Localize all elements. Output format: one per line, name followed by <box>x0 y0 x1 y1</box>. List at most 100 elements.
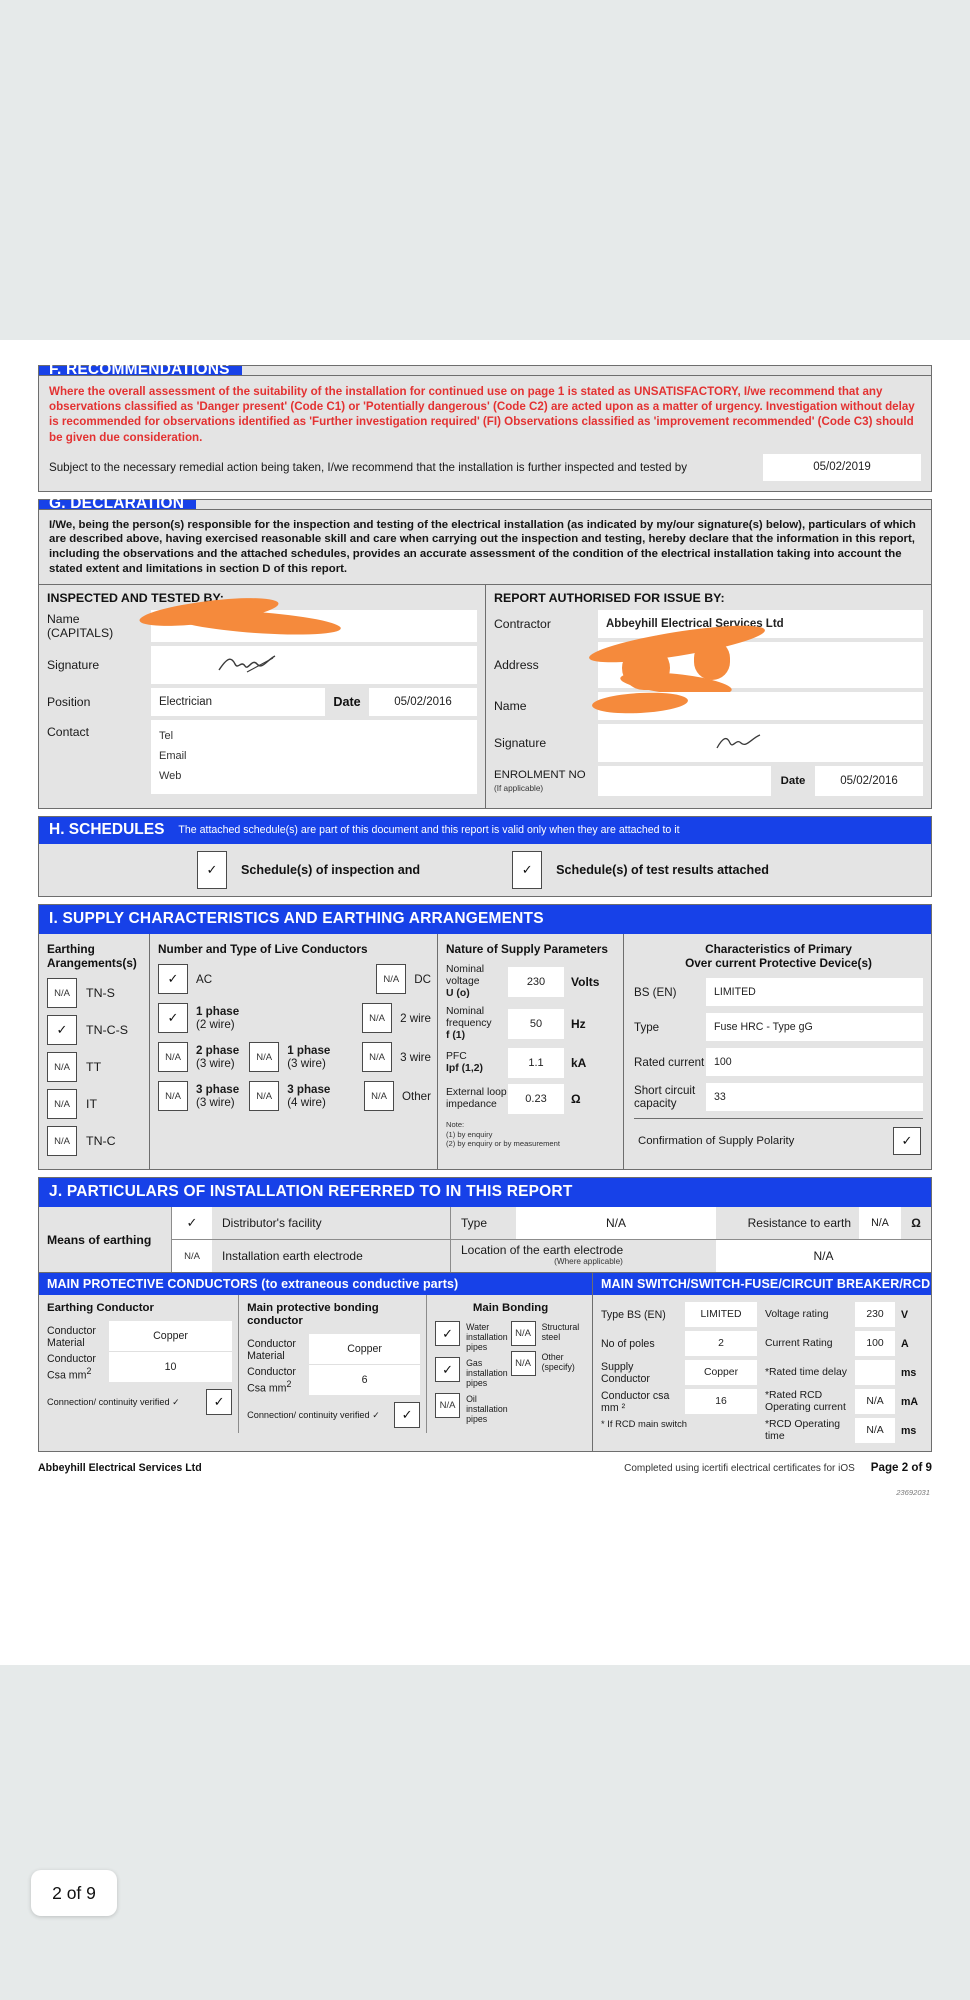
bonding-structural-steel-label: Structural steel <box>541 1322 580 1343</box>
means-of-earthing-block: Means of earthing ✓ Distributor's facili… <box>39 1207 931 1274</box>
param-nominal-voltage-label: Nominal voltage U (o) <box>446 964 508 1000</box>
conductor-3phase-4wire-bold: 3 phase <box>287 1083 331 1097</box>
bonding-other[interactable]: N/A Other (specify) <box>510 1351 586 1377</box>
earthing-conductor-verified-checkbox[interactable]: ✓ <box>206 1389 233 1416</box>
param-nominal-frequency-unit: Hz <box>571 1017 586 1032</box>
bonding-gas-pipes[interactable]: ✓ Gas installation pipes <box>435 1357 510 1388</box>
signatories-row: INSPECTED AND TESTED BY: Name (CAPITALS) <box>39 584 931 809</box>
main-bonding-left-column: ✓ Water installation pipes ✓ Gas install… <box>435 1321 510 1429</box>
main-switch-supply-conductor-value[interactable]: Copper <box>685 1360 757 1386</box>
contact-tel-field[interactable]: Tel <box>159 726 469 746</box>
earthing-option-tn-c[interactable]: N/A TN-C <box>47 1126 143 1157</box>
conductor-3wire-checkbox[interactable]: N/A <box>362 1042 393 1073</box>
contact-web-field[interactable]: Web <box>159 766 469 786</box>
device-bs-en-value[interactable]: LIMITED <box>706 978 923 1007</box>
protective-device-heading: Characteristics of Primary Over current … <box>634 942 923 970</box>
earthing-tn-s-checkbox[interactable]: N/A <box>47 978 77 1009</box>
main-switch-csa-value[interactable]: 16 <box>685 1389 757 1415</box>
inspector-position-field[interactable]: Electrician <box>151 688 325 717</box>
bonding-other-checkbox[interactable]: N/A <box>510 1351 536 1377</box>
device-rated-current-value[interactable]: 100 <box>706 1048 923 1077</box>
earthing-conductor-material-value[interactable]: Copper <box>109 1321 233 1353</box>
bonding-gas-checkbox[interactable]: ✓ <box>435 1357 461 1383</box>
redaction-mark-name-2 <box>170 606 342 640</box>
conductor-dc-checkbox[interactable]: N/A <box>376 964 407 995</box>
earthing-arrangements-column: Earthing Arangements(s) N/A TN-S ✓ TN-C-… <box>39 934 149 1169</box>
conductor-1phase-2wire-checkbox[interactable]: ✓ <box>158 1003 188 1034</box>
conductor-2wire-checkbox[interactable]: N/A <box>362 1003 393 1034</box>
enrolment-field[interactable] <box>598 766 771 797</box>
section-g-declaration: G. DECLARATION I/We, being the person(s)… <box>38 496 932 810</box>
section-i-body: Earthing Arangements(s) N/A TN-S ✓ TN-C-… <box>39 934 931 1170</box>
schedule-inspection-checkbox[interactable]: ✓ <box>197 851 227 890</box>
earthing-tn-c-checkbox[interactable]: N/A <box>47 1126 77 1157</box>
main-switch-csa-label: Conductor csa mm ² <box>601 1389 670 1414</box>
earthing-option-tn-s[interactable]: N/A TN-S <box>47 978 143 1009</box>
rcd-operating-time-row: *RCD Operating time N/A ms <box>765 1418 925 1444</box>
rcd-operating-time-unit: ms <box>900 1424 917 1437</box>
retest-date-field[interactable]: 05/02/2019 <box>763 453 921 481</box>
earthing-option-it[interactable]: N/A IT <box>47 1089 143 1120</box>
rated-time-delay-value[interactable] <box>854 1360 895 1386</box>
earthing-it-checkbox[interactable]: N/A <box>47 1089 77 1120</box>
conductor-3phase-3wire-checkbox[interactable]: N/A <box>158 1081 188 1112</box>
earthing-conductor-csa-value[interactable]: 10 <box>109 1352 233 1383</box>
bonding-oil-checkbox[interactable]: N/A <box>435 1393 461 1419</box>
inspector-date-field[interactable]: 05/02/2016 <box>369 688 477 717</box>
inspector-name-label-text: Name <box>47 612 80 627</box>
device-short-circuit-value[interactable]: 33 <box>706 1083 923 1112</box>
bonding-conductor-material-value[interactable]: Copper <box>309 1334 421 1366</box>
means-of-earthing-label: Means of earthing <box>39 1207 172 1273</box>
inspector-signature-field[interactable] <box>151 646 477 685</box>
earth-type-value[interactable]: N/A <box>516 1207 716 1240</box>
voltage-rating-value[interactable]: 230 <box>854 1302 895 1328</box>
conductor-ac-checkbox[interactable]: ✓ <box>158 964 188 995</box>
param-nominal-voltage-value[interactable]: 230 <box>508 967 564 998</box>
page-indicator-pill[interactable]: 2 of 9 <box>31 1870 117 1916</box>
conductor-2phase-3wire-checkbox[interactable]: N/A <box>158 1042 188 1073</box>
param-nominal-frequency-value[interactable]: 50 <box>508 1009 564 1040</box>
bonding-structural-steel-checkbox[interactable]: N/A <box>510 1321 536 1347</box>
schedule-test-results-checkbox[interactable]: ✓ <box>512 851 543 890</box>
bonding-conductor-verified-checkbox[interactable]: ✓ <box>394 1402 421 1429</box>
contact-email-field[interactable]: Email <box>159 746 469 766</box>
supply-polarity-checkbox[interactable]: ✓ <box>893 1127 921 1156</box>
inspector-contact-fields[interactable]: Tel Email Web <box>151 720 477 795</box>
installation-earth-electrode-checkbox[interactable]: N/A <box>172 1240 212 1273</box>
main-switch-bs-en-value[interactable]: LIMITED <box>685 1302 757 1328</box>
conductor-other-checkbox[interactable]: N/A <box>364 1081 394 1112</box>
authoriser-date-field[interactable]: 05/02/2016 <box>815 766 923 797</box>
earth-electrode-location-value[interactable]: N/A <box>716 1240 931 1273</box>
inspector-name-field[interactable] <box>138 592 477 643</box>
bonding-conductor-csa-value[interactable]: 6 <box>309 1365 421 1396</box>
bonding-water-pipes[interactable]: ✓ Water installation pipes <box>435 1321 510 1352</box>
bonding-conductor-csa-row: Conductor Csa mm2 6 <box>247 1365 421 1396</box>
param-external-loop-impedance-value[interactable]: 0.23 <box>508 1084 564 1115</box>
param-pfc-value[interactable]: 1.1 <box>508 1048 564 1079</box>
address-field[interactable] <box>587 618 923 700</box>
distributor-facility-checkbox[interactable]: ✓ <box>172 1207 212 1240</box>
current-rating-value[interactable]: 100 <box>854 1331 895 1357</box>
main-switch-poles-value[interactable]: 2 <box>685 1331 757 1357</box>
rated-rcd-current-value[interactable]: N/A <box>854 1389 895 1415</box>
authoriser-signature-field[interactable] <box>598 724 923 763</box>
earthing-tt-checkbox[interactable]: N/A <box>47 1052 77 1083</box>
conductor-3phase-4wire-checkbox[interactable]: N/A <box>249 1081 280 1112</box>
enrolment-sub: (If applicable) <box>494 784 544 794</box>
param-nominal-frequency-symbol: f (1) <box>446 1030 466 1042</box>
authoriser-name-field[interactable] <box>591 690 923 721</box>
main-switch-body: Type BS (EN) LIMITED No of poles 2 Suppl… <box>593 1295 931 1451</box>
earthing-option-tt[interactable]: N/A TT <box>47 1052 143 1083</box>
device-rated-current-row: Rated current 100 <box>634 1048 923 1077</box>
earthing-tt-label: TT <box>86 1060 102 1075</box>
earthing-tn-c-s-checkbox[interactable]: ✓ <box>47 1015 77 1046</box>
bonding-structural-steel[interactable]: N/A Structural steel <box>510 1321 586 1347</box>
device-type-value[interactable]: Fuse HRC - Type gG <box>706 1013 923 1042</box>
bonding-oil-pipes[interactable]: N/A Oil installation pipes <box>435 1393 510 1424</box>
rcd-operating-time-value[interactable]: N/A <box>854 1418 895 1444</box>
conductor-1phase-3wire-checkbox[interactable]: N/A <box>249 1042 280 1073</box>
bonding-water-checkbox[interactable]: ✓ <box>435 1321 461 1347</box>
main-switch-bs-en-row: Type BS (EN) LIMITED <box>601 1302 757 1328</box>
earthing-option-tn-c-s[interactable]: ✓ TN-C-S <box>47 1015 143 1046</box>
resistance-to-earth-value[interactable]: N/A <box>859 1207 901 1240</box>
